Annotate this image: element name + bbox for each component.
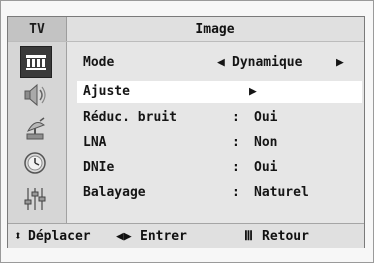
menu-item-value: Non (254, 135, 278, 150)
help-bar: ⬍ Déplacer ◀▶ Entrer Ⅲ Retour (8, 223, 364, 248)
menu-item-value: Dynamique (232, 55, 303, 70)
menu-item-value: Oui (254, 160, 278, 175)
sidebar-item-sound[interactable] (20, 80, 50, 110)
menu-item-balayage[interactable]: Balayage : Naturel (77, 182, 362, 204)
updown-arrows-icon: ⬍ (14, 229, 22, 244)
menu-item-label: Ajuste (83, 84, 130, 99)
tv-label: TV (8, 17, 67, 41)
tv-osd-frame: TV Image Mode ◀ Dynamique ▶ Ajuste ▶ Réd… (0, 0, 374, 263)
return-hint: Retour (262, 229, 309, 244)
menu-item-value: Oui (254, 110, 278, 125)
enter-hint: Entrer (140, 229, 187, 244)
menu-button-icon: Ⅲ (244, 229, 253, 244)
setup-icon (24, 188, 46, 210)
sidebar-item-setup[interactable] (20, 184, 50, 214)
menu-item-label: DNIe (83, 160, 115, 175)
channel-icon (26, 117, 46, 140)
menu-content: Mode ◀ Dynamique ▶ Ajuste ▶ Réduc. bruit… (67, 42, 364, 223)
menu-item-label: Réduc. bruit (83, 110, 177, 125)
separator-colon: : (232, 160, 240, 175)
picture-icon (26, 55, 46, 70)
move-hint: Déplacer (28, 229, 91, 244)
separator-colon: : (232, 110, 240, 125)
submenu-arrow-icon: ▶ (249, 84, 257, 99)
sidebar-item-channel[interactable] (20, 114, 50, 144)
menu-item-label: Mode (83, 55, 115, 70)
menu-title: Image (195, 21, 235, 37)
sidebar-item-picture[interactable] (20, 46, 52, 78)
arrow-left-icon[interactable]: ◀ (217, 55, 225, 70)
menu-item-lna[interactable]: LNA : Non (77, 132, 362, 154)
menu-item-mode[interactable]: Mode ◀ Dynamique ▶ (77, 52, 362, 74)
leftright-arrows-icon: ◀▶ (116, 229, 132, 244)
category-sidebar (8, 42, 67, 223)
menu-item-label: LNA (83, 135, 107, 150)
menu-item-value: Naturel (254, 185, 309, 200)
sound-icon (24, 83, 46, 107)
menu-item-label: Balayage (83, 185, 146, 200)
menu-item-dnie[interactable]: DNIe : Oui (77, 157, 362, 179)
title-bar: TV Image (8, 17, 364, 42)
menu-item-noise-reduction[interactable]: Réduc. bruit : Oui (77, 107, 362, 129)
separator-colon: : (232, 185, 240, 200)
clock-icon (24, 152, 46, 174)
separator-colon: : (232, 135, 240, 150)
osd-panel: TV Image Mode ◀ Dynamique ▶ Ajuste ▶ Réd… (7, 16, 365, 248)
sidebar-item-time[interactable] (20, 148, 50, 178)
arrow-right-icon[interactable]: ▶ (336, 55, 344, 70)
menu-item-ajuste[interactable]: Ajuste ▶ (77, 81, 362, 103)
